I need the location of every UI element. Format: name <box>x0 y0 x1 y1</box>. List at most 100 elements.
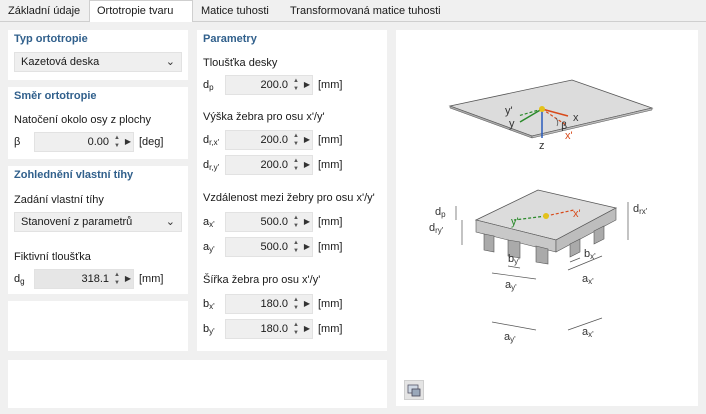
spinner-updown-icon[interactable]: ▲ ▼ <box>292 239 300 255</box>
by-symbol: by' <box>203 323 215 336</box>
dim-line <box>491 272 537 280</box>
section-title: Směr ortotropie <box>14 90 97 102</box>
dp-unit: [mm] <box>318 79 343 91</box>
illustration-panel: y' y β x x' z y' x' dp dry' drx' by' bx' <box>396 30 698 406</box>
beta-symbol: β <box>14 136 21 148</box>
bx-symbol: bx' <box>203 298 215 311</box>
ay-input[interactable]: 500.0 ▲ ▼ ▶ <box>225 237 313 257</box>
bx-input[interactable]: 180.0 ▲ ▼ ▶ <box>225 294 313 314</box>
empty-panel <box>8 301 188 351</box>
caret-right-icon[interactable]: ▶ <box>304 80 310 89</box>
input-value: 200.0 <box>260 159 288 171</box>
dim-line <box>507 265 521 269</box>
ax-input[interactable]: 500.0 ▲ ▼ ▶ <box>225 212 313 232</box>
caret-right-icon[interactable]: ▶ <box>304 299 310 308</box>
sym-sub: r,x' <box>209 138 220 147</box>
sym-sub: r,y' <box>209 163 220 172</box>
ax-dim-label: ax' <box>582 273 594 286</box>
sym-sub: x' <box>209 302 215 311</box>
sym-sub: x' <box>209 220 215 229</box>
sym-sub: g <box>20 277 25 286</box>
ax-symbol: ax' <box>203 216 215 229</box>
beta-input[interactable]: 0.00 ▲ ▼ ▶ <box>34 132 134 152</box>
caret-right-icon[interactable]: ▶ <box>304 242 310 251</box>
section-title: Typ ortotropie <box>14 33 88 45</box>
tab-label: Matice tuhosti <box>201 5 269 17</box>
vzdalenost-label: Vzdálenost mezi žebry pro osu x'/y' <box>203 192 375 204</box>
sym-sub: p <box>209 83 214 92</box>
sym-sub: y' <box>209 327 215 336</box>
by-input[interactable]: 180.0 ▲ ▼ ▶ <box>225 319 313 339</box>
ay-dim-label: ay' <box>505 279 517 292</box>
x-label: x <box>573 112 579 124</box>
dry-input[interactable]: 200.0 ▲ ▼ ▶ <box>225 155 313 175</box>
x-prime-label: x' <box>573 208 581 220</box>
tab-zakladni-udaje[interactable]: Základní údaje <box>0 0 89 20</box>
fiktivni-unit: [mm] <box>139 273 164 285</box>
caret-right-icon[interactable]: ▶ <box>304 324 310 333</box>
drx-label: drx' <box>633 203 648 216</box>
spinner-updown-icon[interactable]: ▲ ▼ <box>292 132 300 148</box>
tab-ortotropie-tvaru[interactable]: Ortotropie tvaru <box>89 0 193 22</box>
dry-label: dry' <box>429 222 444 235</box>
sym-sub: y' <box>209 245 215 254</box>
ax-unit: [mm] <box>318 216 343 228</box>
sym-sub: p <box>441 210 446 219</box>
y-label: y <box>509 118 515 130</box>
input-value: 200.0 <box>260 134 288 146</box>
input-value: 500.0 <box>260 216 288 228</box>
natoceni-label: Natočení okolo osy z plochy <box>14 114 151 126</box>
sym-sub: x' <box>588 277 594 286</box>
select-value: Stanovení z parametrů <box>21 216 133 228</box>
spinner-updown-icon[interactable]: ▲ ▼ <box>113 134 121 150</box>
section-title: Zohlednění vlastní tíhy <box>14 169 134 181</box>
beta-unit: [deg] <box>139 136 164 148</box>
z-label: z <box>539 140 545 152</box>
vlastni-tihy-panel: Zohlednění vlastní tíhy Zadání vlastní t… <box>8 166 188 294</box>
zadani-label: Zadání vlastní tíhy <box>14 194 104 206</box>
parametry-panel: Parametry Tloušťka desky dp 200.0 ▲ ▼ ▶ [… <box>197 30 387 351</box>
drx-unit: [mm] <box>318 134 343 146</box>
sym-sub: x' <box>588 330 594 339</box>
spinner-updown-icon[interactable]: ▲ ▼ <box>292 157 300 173</box>
fiktivni-tloustka-input: 318.1 ▲ ▼ ▶ <box>34 269 134 289</box>
tab-label: Transformovaná matice tuhosti <box>290 5 441 17</box>
typ-ortotropie-panel: Typ ortotropie Kazetová deska ⌄ <box>8 30 188 80</box>
drx-input[interactable]: 200.0 ▲ ▼ ▶ <box>225 130 313 150</box>
sym-sub: y' <box>514 257 520 266</box>
caret-right-icon[interactable]: ▶ <box>304 160 310 169</box>
origin-dot <box>539 106 545 112</box>
vyska-zebra-label: Výška žebra pro osu x'/y' <box>203 111 325 123</box>
tab-label: Základní údaje <box>8 5 81 17</box>
dp-input[interactable]: 200.0 ▲ ▼ ▶ <box>225 75 313 95</box>
tab-transformovana-matice[interactable]: Transformovaná matice tuhosti <box>282 0 456 20</box>
origin-dot <box>543 213 549 219</box>
typ-ortotropie-select[interactable]: Kazetová deska ⌄ <box>14 52 182 72</box>
dim-line <box>569 257 581 263</box>
drx-symbol: dr,x' <box>203 134 219 147</box>
caret-right-icon[interactable]: ▶ <box>125 137 131 146</box>
spinner-updown-icon[interactable]: ▲ ▼ <box>292 77 300 93</box>
zadani-vlastni-tihy-select[interactable]: Stanovení z parametrů ⌄ <box>14 212 182 232</box>
spinner-updown-icon[interactable]: ▲ ▼ <box>292 321 300 337</box>
ay-dim-label-2: ay' <box>504 331 516 344</box>
ax-dim-label-2: ax' <box>582 326 594 339</box>
dim-line <box>491 321 537 331</box>
input-value: 200.0 <box>260 79 288 91</box>
tab-matice-tuhosti[interactable]: Matice tuhosti <box>193 0 282 20</box>
caret-right-icon[interactable]: ▶ <box>304 135 310 144</box>
dp-symbol: dp <box>203 79 214 92</box>
ay-unit: [mm] <box>318 241 343 253</box>
spinner-updown-icon[interactable]: ▲ ▼ <box>292 214 300 230</box>
x-prime-label: x' <box>565 130 573 142</box>
dry-symbol: dr,y' <box>203 159 219 172</box>
select-value: Kazetová deska <box>21 56 100 68</box>
input-value: 180.0 <box>260 298 288 310</box>
y-prime-label: y' <box>511 216 519 228</box>
dry-unit: [mm] <box>318 159 343 171</box>
spinner-updown-icon: ▲ ▼ <box>114 272 120 286</box>
export-image-button[interactable] <box>404 380 424 400</box>
spinner-updown-icon[interactable]: ▲ ▼ <box>292 296 300 312</box>
input-value: 318.1 <box>81 273 109 285</box>
caret-right-icon[interactable]: ▶ <box>304 217 310 226</box>
